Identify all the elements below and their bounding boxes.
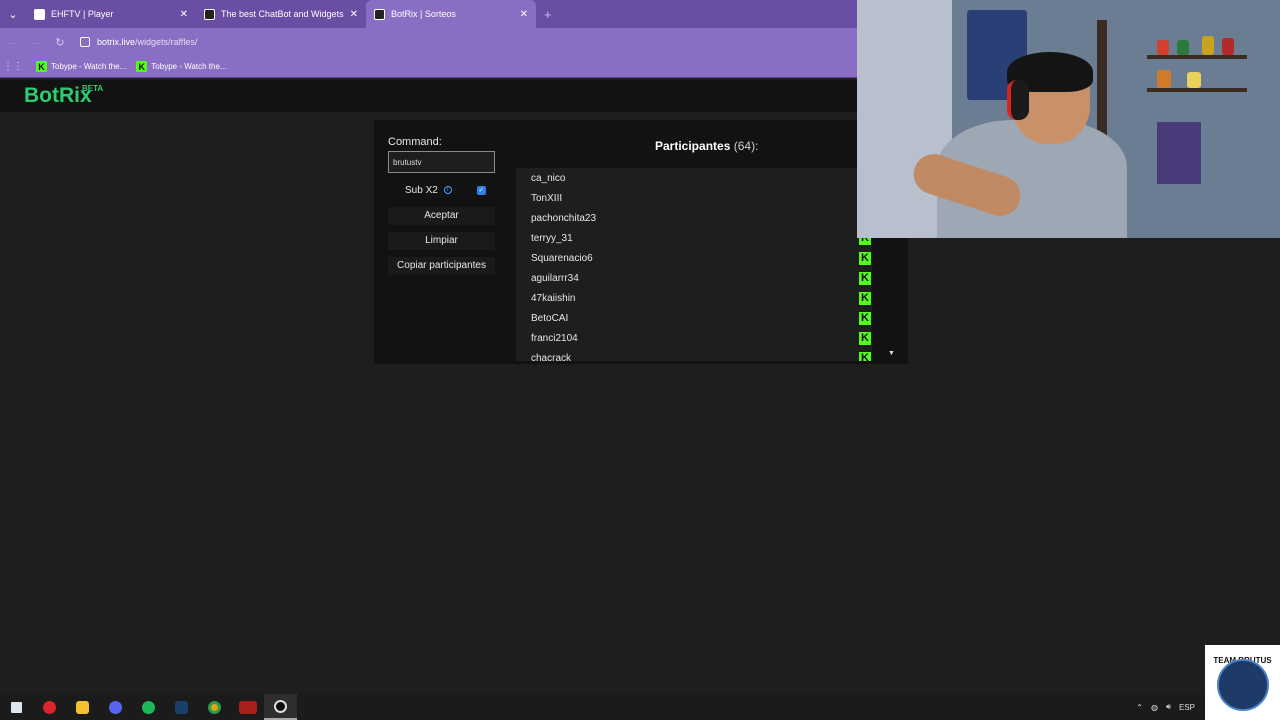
- figure-toy: [1157, 70, 1171, 88]
- figure-toy: [1187, 72, 1201, 88]
- url-domain: botrix.live: [97, 37, 136, 47]
- webcam-overlay: [857, 0, 1280, 238]
- tab-label: BotRix | Sorteos: [391, 9, 456, 19]
- reload-icon[interactable]: ↻: [48, 36, 72, 49]
- accept-button[interactable]: Aceptar: [388, 207, 495, 225]
- close-tab-icon[interactable]: ✕: [180, 9, 188, 20]
- participant-name: TonXIII: [531, 192, 563, 204]
- kick-icon: K: [36, 61, 47, 72]
- participant-name: BetoCAI: [531, 312, 569, 324]
- spotify-icon[interactable]: [132, 694, 165, 720]
- list-item: 47kaiishin K: [516, 288, 872, 308]
- participant-name: terryy_31: [531, 232, 573, 244]
- taskbar: ⌃ ◍ 🔊︎ ESP: [0, 694, 1205, 720]
- kick-icon: K: [859, 291, 871, 305]
- participant-name: ca_nico: [531, 172, 566, 184]
- tab-botrix-sorteos[interactable]: BotRix | Sorteos ✕: [366, 0, 536, 28]
- list-item: aguilarrr34 K: [516, 268, 872, 288]
- figure-toy: [1177, 40, 1189, 55]
- kick-icon: K: [859, 331, 871, 345]
- apps-grid-icon[interactable]: ⋮⋮: [0, 61, 26, 72]
- page-header: [0, 80, 857, 112]
- botrix-favicon-icon: [204, 8, 215, 20]
- participants-title-text: Participantes: [655, 139, 731, 153]
- list-item: chacrack K: [516, 348, 872, 361]
- command-label: Command:: [388, 136, 442, 148]
- participant-name: Squarenacio6: [531, 252, 593, 264]
- ehftv-favicon-icon: [34, 8, 45, 20]
- team-brutus-logo: TEAM BRUTUS: [1205, 645, 1280, 720]
- close-tab-icon[interactable]: ✕: [520, 9, 528, 20]
- shelf-board: [1147, 55, 1247, 59]
- botrix-favicon-icon: [374, 8, 385, 20]
- language-indicator[interactable]: ESP: [1179, 703, 1195, 712]
- clear-button[interactable]: Limpiar: [388, 232, 495, 250]
- bookmark-item[interactable]: K Tobype - Watch the...: [36, 61, 126, 72]
- copy-participants-button[interactable]: Copiar participantes: [388, 257, 495, 275]
- beta-badge: BETA: [82, 84, 104, 93]
- participants-list[interactable]: ca_nico TonXIII pachonchita23 terryy_31K…: [516, 168, 872, 361]
- figure-toy: [1222, 38, 1234, 55]
- kick-icon: K: [859, 251, 871, 265]
- chrome-icon[interactable]: [198, 694, 231, 720]
- tab-botrix-home[interactable]: The best ChatBot and Widgets ✕: [196, 0, 366, 28]
- list-item: pachonchita23: [516, 208, 872, 228]
- tab-label: The best ChatBot and Widgets: [221, 9, 344, 19]
- back-arrow-icon[interactable]: ←: [0, 36, 24, 48]
- figure-toy: [1202, 36, 1214, 55]
- kick-icon: K: [136, 61, 148, 72]
- tray-overflow-icon[interactable]: ⌃: [1136, 703, 1143, 712]
- participant-name: aguilarrr34: [531, 272, 579, 284]
- headset-icon: [1007, 80, 1029, 120]
- list-item: TonXIII: [516, 188, 872, 208]
- site-info-icon[interactable]: [80, 37, 90, 47]
- network-icon[interactable]: ◍: [1151, 703, 1158, 712]
- sub-x2-label: Sub X2: [405, 184, 438, 196]
- url-path: /widgets/raffles/: [135, 37, 198, 47]
- figure-toy: [1157, 40, 1169, 55]
- sub-x2-row: Sub X2 i ✓: [388, 183, 495, 197]
- windows-start-icon[interactable]: [0, 694, 33, 720]
- scroll-down-arrow-icon[interactable]: ▼: [888, 350, 895, 357]
- red-app-icon[interactable]: [33, 694, 66, 720]
- participants-title: Participantes (64):: [655, 139, 758, 153]
- url-field[interactable]: botrix.live/widgets/raffles/: [80, 37, 197, 47]
- list-item: Squarenacio6 K: [516, 248, 872, 268]
- voicemeeter-icon[interactable]: [231, 694, 264, 720]
- participant-name: pachonchita23: [531, 212, 597, 224]
- kick-icon: K: [859, 271, 871, 285]
- info-icon[interactable]: i: [443, 186, 452, 194]
- obs-icon[interactable]: [264, 694, 297, 720]
- list-item: franci2104 K: [516, 328, 872, 348]
- list-item: ca_nico: [516, 168, 872, 188]
- command-input[interactable]: [388, 151, 495, 173]
- sub-x2-checkbox[interactable]: ✓: [476, 185, 486, 195]
- poster: [1157, 122, 1201, 184]
- steam-icon[interactable]: [165, 694, 198, 720]
- new-tab-button[interactable]: +: [536, 7, 552, 22]
- kick-icon: K: [859, 311, 871, 325]
- kick-icon: K: [859, 351, 871, 361]
- list-item: terryy_31K: [516, 228, 872, 248]
- bookmark-item[interactable]: K Tobype - Watch the...: [136, 61, 227, 72]
- discord-icon[interactable]: [99, 694, 132, 720]
- participants-count: (64):: [733, 139, 759, 153]
- volume-icon[interactable]: 🔊︎: [1166, 702, 1171, 712]
- list-item: BetoCAI K: [516, 308, 872, 328]
- bookmark-label: Tobype - Watch the...: [51, 62, 127, 71]
- participant-name: franci2104: [531, 332, 578, 344]
- system-tray: ⌃ ◍ 🔊︎ ESP: [1136, 694, 1195, 720]
- participant-name: chacrack: [531, 352, 572, 362]
- file-explorer-icon[interactable]: [66, 694, 99, 720]
- tab-ehftv[interactable]: EHFTV | Player ✕: [26, 0, 196, 28]
- tab-label: EHFTV | Player: [51, 9, 114, 19]
- screen: ⌄ EHFTV | Player ✕ The best ChatBot and …: [0, 0, 1280, 720]
- tab-search-icon[interactable]: ⌄: [0, 0, 26, 28]
- close-tab-icon[interactable]: ✕: [350, 9, 358, 20]
- shelf-board: [1147, 88, 1247, 92]
- mascot-icon: [1217, 659, 1269, 711]
- participant-name: 47kaiishin: [531, 292, 576, 304]
- bookmark-label: Tobype - Watch the...: [151, 62, 227, 71]
- forward-arrow-icon[interactable]: →: [24, 36, 48, 48]
